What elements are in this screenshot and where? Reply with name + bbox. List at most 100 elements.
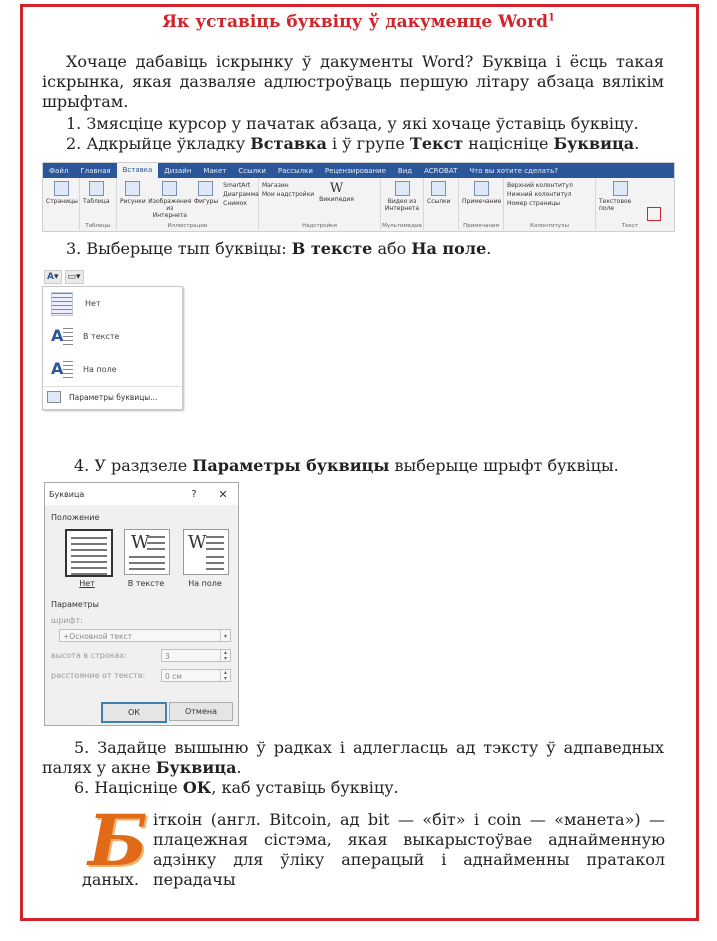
links-icon [431,181,447,196]
dropcap-button[interactable] [646,207,661,221]
object-icon: ▭ [67,272,77,282]
table-icon [88,181,104,196]
smartart-button[interactable]: SmartArt [223,181,259,190]
table-button[interactable]: Таблица [83,181,110,220]
tab-references[interactable]: Ссылки [232,167,272,175]
ribbon-group-illustrations: Рисунки Изображения из Интернета Фигуры … [117,178,259,230]
textbox-button[interactable]: Текстовое поле [599,181,642,220]
tab-view[interactable]: Вид [392,167,418,175]
tab-insert[interactable]: Вставка [116,163,159,178]
word-ribbon: Файл Главная Вставка Дизайн Макет Ссылки… [42,162,675,232]
close-icon[interactable]: ✕ [208,488,238,501]
tab-home[interactable]: Главная [74,167,116,175]
online-pictures-button[interactable]: Изображения из Интернета [148,181,191,220]
comment-button[interactable]: Примечание [462,181,501,220]
dialog-title: Буквица [49,489,85,499]
online-pictures-icon [162,181,178,196]
my-addins-button[interactable]: Мои надстройки [262,190,314,199]
shapes-icon [198,181,214,196]
comment-icon [474,181,490,196]
step-6: 6. Націсніце ОК, каб уставіць буквіцу. [74,778,399,797]
tab-acrobat[interactable]: ACROBAT [418,167,463,175]
shapes-button[interactable]: Фигуры [194,181,218,220]
ribbon-group-text: Текстовое поле Текст [596,178,664,230]
spin-arrows-icon[interactable]: ▴ ▾ [220,650,230,662]
screenshot-button[interactable]: Снимок [223,199,259,208]
tell-me-search[interactable]: Что вы хотите сделать? [463,167,564,175]
option-in-margin[interactable]: W [183,529,229,575]
menu-item-none[interactable]: Нет [43,287,182,320]
pictures-icon [125,181,141,196]
ribbon-group-media: Видео из Интернета Мультимедиа [381,178,424,230]
spin-arrows-icon[interactable]: ▴ ▾ [220,670,230,682]
dropcap-dropdown-button[interactable]: A ▾ [44,270,62,284]
tab-layout[interactable]: Макет [197,167,232,175]
dropcap-letter: Б [88,799,148,882]
page-number-button[interactable]: Номер страницы [507,199,573,208]
pages-icon [54,181,70,196]
cancel-button[interactable]: Отмена [169,702,233,721]
option-dropped-label: В тексте [127,579,165,588]
video-icon [394,181,410,196]
object-dropdown-button[interactable]: ▭ ▾ [64,270,84,284]
dropcap-dialog: Буквица ? ✕ Положение W W Нет В тексте Н… [44,482,239,726]
in-margin-icon [51,359,73,381]
links-button[interactable]: Ссылки [427,181,451,220]
example-line-1: іткоін (англ. Bitcoin, ад bit — «біт» і … [153,810,665,829]
dropped-icon [51,326,73,348]
ok-button[interactable]: ОК [101,702,167,723]
ribbon-group-links: Ссылки [424,178,459,230]
ribbon-group-addins: Магазин Мои надстройки W Википедия Надстр… [259,178,381,230]
tab-mailings[interactable]: Рассылки [272,167,319,175]
chevron-down-icon: ▾ [53,272,59,282]
position-label: Положение [51,513,100,522]
step-2: 2. Адкрыйце ўкладку Вставка і ў групе Те… [66,134,640,153]
step-5: 5. Задайце вышыню ў радках і адлегласць … [42,738,664,777]
ribbon-group-pages: Страницы [43,178,80,230]
height-stepper[interactable]: 3 ▴ ▾ [161,649,231,662]
distance-stepper[interactable]: 0 см ▴ ▾ [161,669,231,682]
step-4: 4. У раздзеле Параметры буквицы выберыце… [74,456,619,475]
tab-design[interactable]: Дизайн [158,167,197,175]
dropcap-menu: A▾ ▭▾ Нет В тексте На поле Параметры бук… [42,268,183,410]
pages-button[interactable]: Страницы [46,181,78,220]
wikipedia-button[interactable]: W Википедия [319,181,354,220]
option-none[interactable] [65,529,113,577]
tab-review[interactable]: Рецензирование [319,167,392,175]
ribbon-tabs: Файл Главная Вставка Дизайн Макет Ссылки… [43,163,674,178]
help-icon[interactable]: ? [180,489,208,500]
online-video-button[interactable]: Видео из Интернета [384,181,420,220]
pictures-button[interactable]: Рисунки [120,181,146,220]
dropcap-options-icon [47,391,61,403]
menu-item-in-margin[interactable]: На поле [43,353,182,386]
intro-paragraph: Хочаце дабавіць іскрынку ў дакументы Wor… [42,52,664,111]
header-button[interactable]: Верхний колонтитул [507,181,573,190]
footer-button[interactable]: Нижний колонтитул [507,190,573,199]
chart-button[interactable]: Диаграмма [223,190,259,199]
wikipedia-icon: W [329,181,344,196]
no-dropcap-icon [51,291,73,316]
option-in-margin-label: На поле [188,579,222,588]
example-line-2: плацежная сістэма, якая выкарыстоўвае ад… [153,830,665,849]
ribbon-group-header-footer: Верхний колонтитул Нижний колонтитул Ном… [504,178,596,230]
ribbon-group-comments: Примечание Примечания [459,178,504,230]
tab-file[interactable]: Файл [43,167,74,175]
store-button[interactable]: Магазин [262,181,314,190]
margin-preview-icon: W [188,532,207,553]
menu-item-dropcap-options[interactable]: Параметры буквицы... [43,386,182,407]
chevron-down-icon: ▾ [220,630,230,641]
height-label: высота в строках: [51,651,127,660]
params-label: Параметры [51,600,99,609]
font-select[interactable]: +Основной текст ▾ [59,629,231,642]
ribbon-group-tables: Таблица Таблицы [80,178,117,230]
step-3: 3. Выберыце тып буквіцы: В тексте або На… [66,239,492,258]
option-none-label: Нет [79,579,95,588]
page-title: Як уставіць буквіцу ў дакуменце Word1 [162,12,555,32]
font-label: шрифт: [51,616,83,625]
menu-item-dropped[interactable]: В тексте [43,320,182,353]
distance-label: расстояние от текста: [51,671,146,680]
textbox-icon [612,181,628,196]
option-dropped[interactable]: W [124,529,170,575]
none-preview-icon [71,537,107,577]
dropcap-icon: A [47,272,54,282]
